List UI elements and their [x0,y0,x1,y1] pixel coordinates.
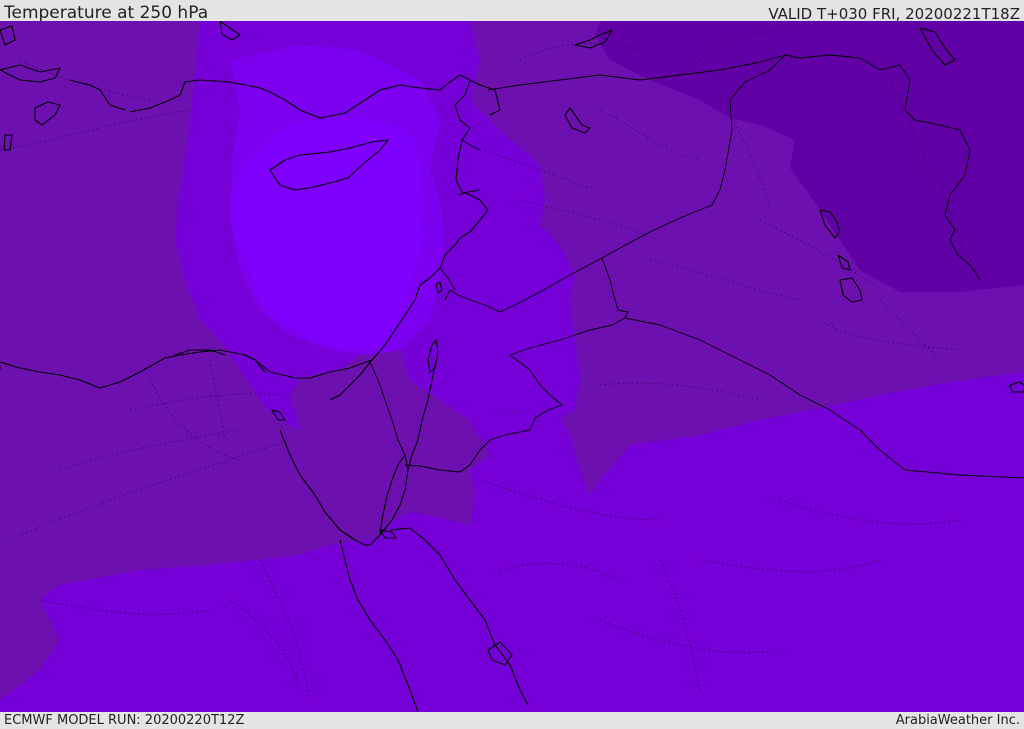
map-area[interactable] [0,21,1024,712]
map-title: Temperature at 250 hPa [4,3,209,23]
weather-map-page: Temperature at 250 hPa VALID T+030 FRI, … [0,0,1024,729]
model-run-label: ECMWF MODEL RUN: 20200220T12Z [4,713,245,728]
temperature-map[interactable] [0,21,1024,712]
credit-label: ArabiaWeather Inc. [895,713,1020,728]
footer-bar: ECMWF MODEL RUN: 20200220T12Z ArabiaWeat… [0,712,1024,729]
header-bar: Temperature at 250 hPa VALID T+030 FRI, … [0,0,1024,23]
